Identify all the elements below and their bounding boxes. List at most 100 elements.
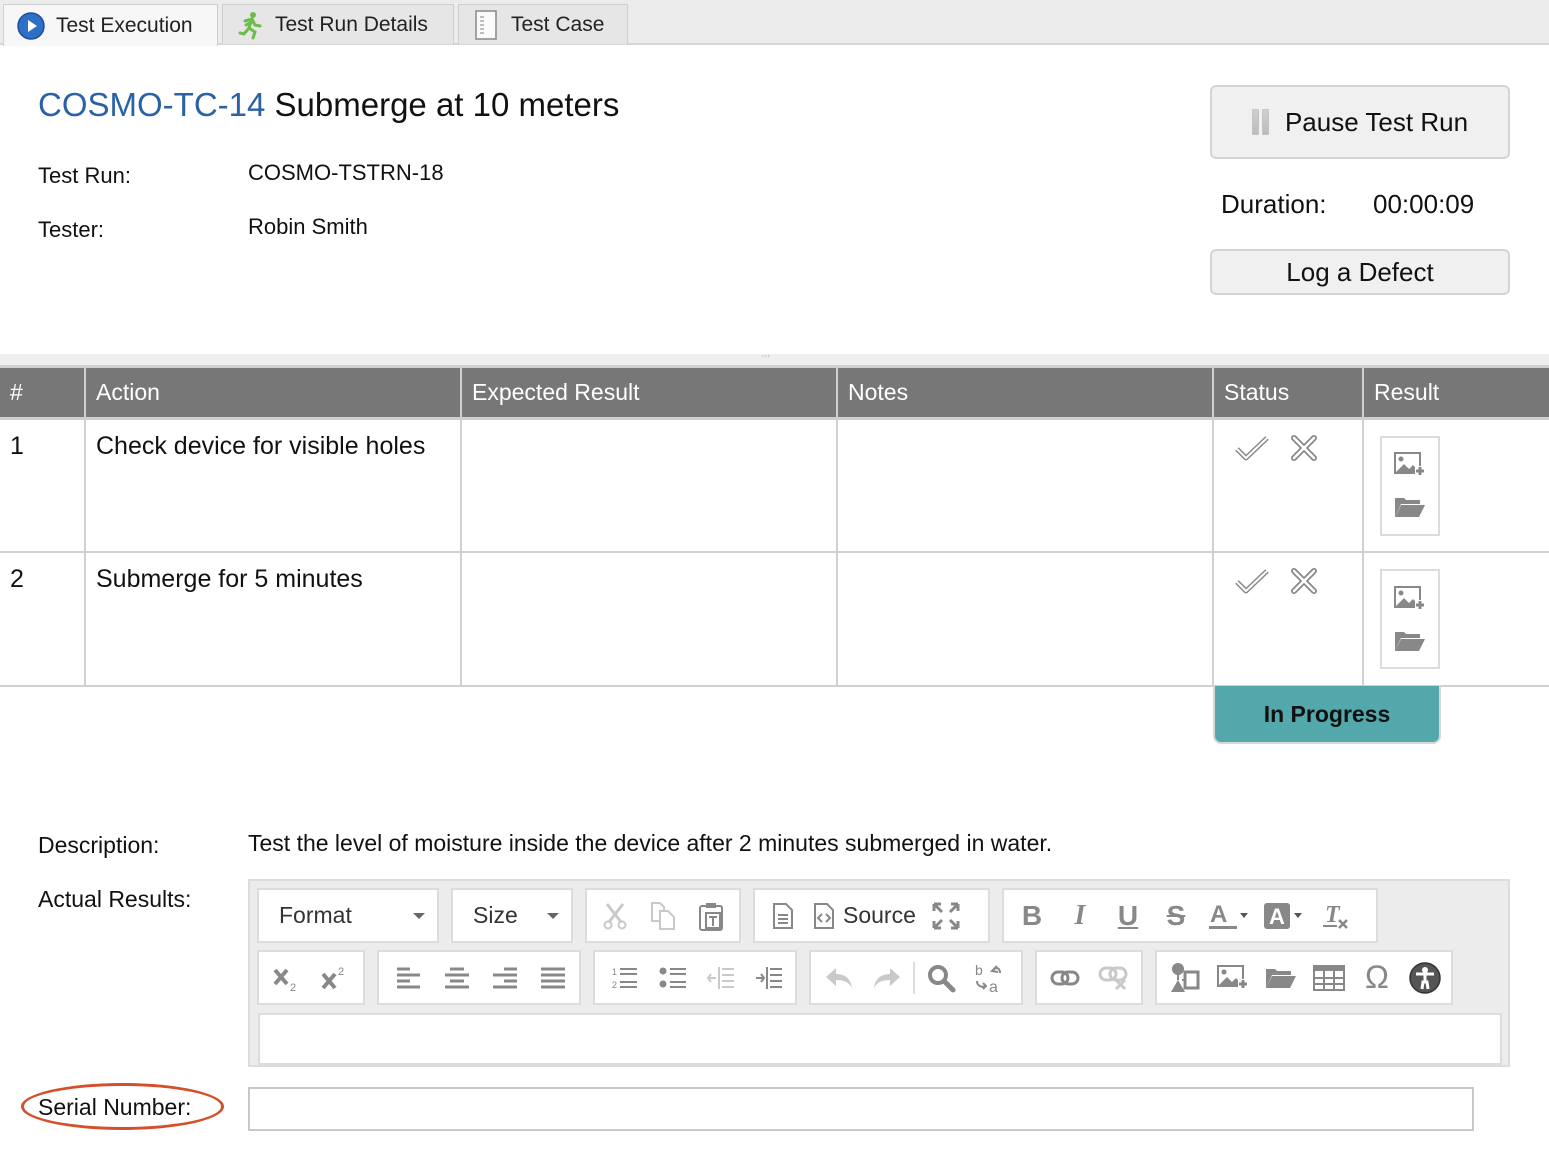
chevron-down-icon [547, 912, 559, 919]
remove-format-icon[interactable]: T [1312, 896, 1360, 936]
source-button[interactable]: Source [807, 896, 922, 936]
svg-text:A: A [1210, 901, 1227, 928]
size-dropdown-label: Size [473, 902, 518, 928]
actual-results-textarea[interactable] [258, 1013, 1502, 1065]
step-status-cell [1213, 418, 1364, 553]
redo-icon[interactable] [863, 958, 911, 998]
add-image-icon[interactable] [1394, 585, 1426, 612]
pane-splitter[interactable]: ′′′ [0, 354, 1549, 368]
step-expected-result[interactable] [461, 552, 838, 687]
test-run-value: COSMO-TSTRN-18 [248, 160, 444, 185]
step-number: 1 [0, 418, 86, 553]
pass-check-icon[interactable] [1234, 434, 1270, 464]
actual-results-label: Actual Results: [38, 886, 192, 912]
align-left-icon[interactable] [385, 958, 433, 998]
align-right-icon[interactable] [481, 958, 529, 998]
basic-styles-group: B I U S A A T [1002, 888, 1378, 943]
insert-shape-icon[interactable] [1161, 958, 1209, 998]
tab-test-run-details[interactable]: Test Run Details [222, 4, 454, 44]
table-row: 1 Check device for visible holes [0, 418, 1549, 553]
folder-open-icon[interactable] [1394, 495, 1426, 519]
column-header-number: # [0, 368, 86, 420]
superscript-icon[interactable]: 2 [311, 958, 359, 998]
special-character-omega-icon[interactable]: Ω [1353, 958, 1401, 998]
source-code-icon [814, 902, 834, 929]
test-case-key-link[interactable]: COSMO-TC-14 [38, 86, 265, 123]
column-header-notes: Notes [837, 368, 1214, 420]
svg-text:b: b [975, 962, 983, 978]
test-run-label: Test Run: [38, 163, 131, 188]
step-number: 2 [0, 552, 86, 687]
svg-text:A: A [1269, 904, 1285, 929]
align-center-icon[interactable] [433, 958, 481, 998]
outdent-icon[interactable] [697, 958, 745, 998]
indent-icon[interactable] [745, 958, 793, 998]
table-icon[interactable] [1305, 958, 1353, 998]
step-expected-result[interactable] [461, 418, 838, 553]
text-color-icon[interactable]: A [1200, 896, 1256, 936]
bold-icon[interactable]: B [1008, 896, 1056, 936]
column-header-action: Action [85, 368, 462, 420]
find-replace-icon[interactable]: ba [965, 958, 1013, 998]
log-defect-button[interactable]: Log a Defect [1210, 249, 1510, 295]
unlink-icon[interactable] [1089, 958, 1137, 998]
step-notes[interactable] [837, 418, 1214, 553]
grip-icon: ′′′ [762, 354, 771, 365]
folder-open-icon[interactable] [1257, 958, 1305, 998]
attachment-box [1380, 569, 1440, 669]
pause-test-run-button[interactable]: Pause Test Run [1210, 85, 1510, 159]
step-action: Submerge for 5 minutes [85, 552, 462, 687]
tab-label: Test Execution [56, 13, 193, 37]
step-action: Check device for visible holes [85, 418, 462, 553]
subscript-icon[interactable]: 2 [263, 958, 311, 998]
pause-button-label: Pause Test Run [1284, 106, 1469, 137]
add-image-icon[interactable] [1394, 452, 1426, 478]
maximize-icon[interactable] [922, 896, 970, 936]
document-group: Source [753, 888, 990, 943]
search-icon[interactable] [917, 958, 965, 998]
serial-number-input[interactable] [248, 1087, 1474, 1131]
folder-open-icon[interactable] [1394, 629, 1426, 653]
attachment-box [1380, 435, 1440, 536]
in-progress-status-button[interactable]: In Progress [1213, 686, 1441, 744]
add-image-icon[interactable] [1209, 958, 1257, 998]
align-justify-icon[interactable] [529, 958, 577, 998]
strikethrough-icon[interactable]: S [1152, 896, 1200, 936]
bulleted-list-icon[interactable] [649, 958, 697, 998]
tab-test-execution[interactable]: Test Execution [3, 4, 218, 46]
copy-icon[interactable] [639, 896, 687, 936]
source-label: Source [843, 902, 916, 928]
link-group [1035, 950, 1143, 1005]
step-notes[interactable] [837, 552, 1214, 687]
running-man-icon [235, 10, 265, 40]
undo-icon[interactable] [815, 958, 863, 998]
document-icon[interactable] [759, 896, 807, 936]
format-dropdown[interactable]: Format [257, 888, 439, 943]
table-row: 2 Submerge for 5 minutes [0, 552, 1549, 687]
svg-text:1: 1 [612, 967, 617, 977]
log-defect-label: Log a Defect [1286, 256, 1434, 287]
underline-icon[interactable]: U [1104, 896, 1152, 936]
accessibility-icon[interactable] [1401, 958, 1449, 998]
chevron-down-icon [413, 912, 425, 919]
paste-text-icon[interactable] [687, 896, 735, 936]
tab-label: Test Case [511, 12, 605, 36]
page-title: COSMO-TC-14 Submerge at 10 meters [38, 86, 619, 124]
background-color-icon[interactable]: A [1256, 896, 1312, 936]
fail-x-icon[interactable] [1290, 434, 1326, 464]
italic-icon[interactable]: I [1056, 896, 1104, 936]
script-group: 2 2 [257, 950, 365, 1005]
actual-results-editor: Format Size Source B I U S A A T 2 2 12 [248, 879, 1510, 1067]
link-icon[interactable] [1041, 958, 1089, 998]
tab-test-case[interactable]: Test Case [458, 4, 628, 44]
pause-icon [1251, 109, 1269, 135]
tester-value: Robin Smith [248, 214, 368, 239]
history-search-group: ba [809, 950, 1023, 1005]
pass-check-icon[interactable] [1234, 567, 1270, 597]
fail-x-icon[interactable] [1290, 567, 1326, 597]
table-header-row: # Action Expected Result Notes Status Re… [0, 368, 1549, 420]
size-dropdown[interactable]: Size [451, 888, 573, 943]
cut-icon[interactable] [591, 896, 639, 936]
list-group: 12 [593, 950, 797, 1005]
numbered-list-icon[interactable]: 12 [601, 958, 649, 998]
